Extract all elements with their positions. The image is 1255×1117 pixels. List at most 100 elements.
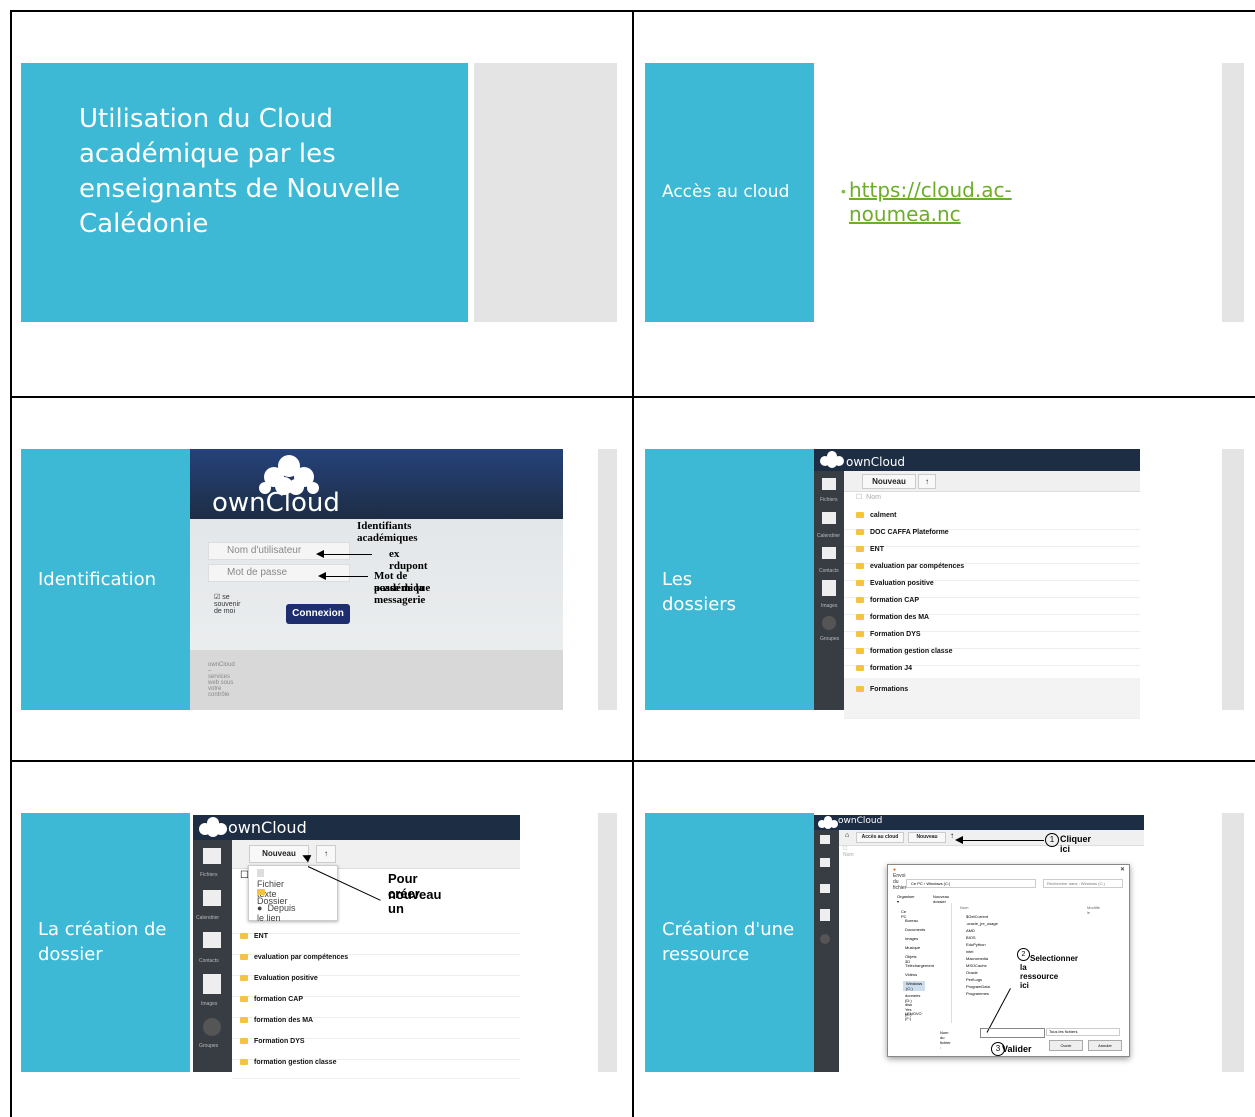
filename-label: Nom du fichier : (940, 1030, 951, 1050)
side-label-contacts: Contacts (199, 958, 219, 964)
globe-icon: ● (257, 903, 263, 913)
file-row[interactable]: .oracle_jre_usage (966, 921, 998, 926)
home-icon[interactable]: ⌂ (845, 832, 849, 839)
cloud-logo-icon (818, 816, 838, 829)
calendar-icon[interactable] (822, 512, 836, 524)
grid-divider-1 (10, 396, 1255, 398)
step3-text: Valider (1002, 1044, 1032, 1054)
images-icon[interactable] (820, 909, 830, 921)
file-row[interactable]: intel (966, 949, 973, 954)
side-label-contacts: Contacts (819, 568, 839, 574)
logo-text: ownCloud (228, 818, 307, 837)
close-icon[interactable]: ✕ (1120, 866, 1125, 873)
file-row[interactable]: $GetCurrent (966, 914, 988, 919)
calendar-icon[interactable] (820, 858, 830, 867)
tree-item[interactable]: Vidéos (905, 972, 917, 977)
side-label-images: Images (201, 1001, 218, 1007)
filename-input[interactable] (980, 1028, 1045, 1038)
new-button[interactable]: Nouveau (249, 845, 309, 863)
login-footer-band (190, 650, 563, 710)
file-row[interactable]: MSOCache (966, 963, 987, 968)
dialog-title: ● Envoi du fichier (893, 867, 907, 891)
slide-title: Accès au cloud (662, 182, 790, 202)
side-panel (598, 813, 617, 1072)
annotation-identifiers: Identifiants académiques (357, 520, 418, 544)
images-icon[interactable] (203, 974, 221, 994)
slide-title: Les dossiers (662, 569, 737, 615)
new-button[interactable]: Nouveau (908, 832, 946, 843)
side-label-calendar: Calendrier (196, 915, 220, 921)
tree-item[interactable]: Bureau (905, 918, 918, 923)
side-label-calendar: Calendrier (817, 533, 841, 539)
cancel-button[interactable]: Annuler (1088, 1040, 1122, 1051)
contacts-icon[interactable] (822, 547, 836, 559)
tree-item[interactable]: Musique (905, 945, 920, 950)
login-footer: ownCloud – services web sous votre contr… (208, 662, 235, 698)
side-label-files: Fichiers (200, 872, 218, 878)
tree-item[interactable]: Images (905, 936, 918, 941)
menu-item-link[interactable]: ● Depuis le lien (257, 903, 295, 923)
file-row[interactable]: BIOS (966, 935, 976, 940)
side-label-images: Images (821, 603, 838, 609)
slide-title: Création d'une ressource (662, 919, 795, 965)
slide-title: La création de dossier (38, 919, 167, 965)
file-row[interactable]: Macromedia (966, 956, 988, 961)
open-button[interactable]: Ouvrir (1049, 1040, 1083, 1051)
side-panel (1222, 813, 1244, 1072)
col-name-header: Nom (960, 905, 969, 910)
side-label-groups: Groupes (199, 1043, 219, 1049)
contacts-icon[interactable] (820, 884, 830, 893)
contacts-icon[interactable] (203, 932, 221, 948)
slide-title: Identification (38, 569, 157, 590)
tree-item[interactable]: Documents (905, 927, 925, 932)
step2-circle: 2 (1017, 948, 1030, 961)
file-row[interactable]: EduPython (966, 942, 986, 947)
logo-text: ownCloud (838, 816, 883, 826)
groups-icon[interactable] (820, 934, 830, 944)
calendar-icon[interactable] (203, 890, 221, 906)
arrow-pass (324, 576, 368, 577)
file-row[interactable]: Oracle (966, 970, 978, 975)
tree-item-selected[interactable]: Windows (C:) (903, 981, 926, 991)
groups-icon[interactable] (203, 1018, 221, 1036)
new-button[interactable]: Nouveau (862, 474, 916, 489)
step2-text-1: Selectionner (1030, 954, 1079, 963)
upload-button[interactable]: ↑ (918, 474, 936, 489)
file-row[interactable]: AMD (966, 928, 975, 933)
name-column: ☐ Nom (843, 846, 854, 858)
column-name[interactable]: ☐ Nom (856, 493, 881, 501)
groups-icon[interactable] (822, 616, 836, 630)
connect-button[interactable]: Connexion (286, 604, 350, 624)
side-panel (474, 63, 617, 322)
remember-checkbox[interactable]: ☑ se souvenir de moi (214, 593, 240, 615)
images-icon[interactable] (822, 580, 836, 596)
files-icon[interactable] (820, 835, 830, 844)
filter-select[interactable]: Tous les fichiers (1046, 1028, 1120, 1036)
files-icon[interactable] (822, 478, 836, 490)
upload-icon[interactable]: ↑ (950, 831, 954, 840)
col-modified-header: Modifié le (1087, 905, 1100, 915)
cloud-link[interactable]: https://cloud.ac-noumea.nc (849, 178, 1012, 226)
grid-divider-2 (10, 760, 1255, 762)
dialog-search[interactable]: Rechercher dans : Windows (C:) (1043, 879, 1123, 888)
access-button[interactable]: Accès au cloud (856, 832, 904, 843)
file-row[interactable]: Programmes (966, 991, 989, 996)
upload-button[interactable]: ↑ (316, 845, 336, 863)
step1-circle: 1 (1045, 833, 1059, 847)
files-icon[interactable] (203, 848, 221, 864)
tree-item[interactable]: LENOVO (F:) (905, 1011, 922, 1021)
username-input[interactable]: Nom d'utilisateur (208, 542, 350, 560)
bullet: • (841, 183, 846, 199)
password-input[interactable]: Mot de passe (208, 564, 350, 582)
side-label-groups: Groupes (820, 636, 840, 642)
list-item[interactable]: formation gestion classe (232, 1053, 520, 1079)
slide-title: Utilisation du Cloud académique par les … (79, 104, 401, 239)
step2-text-2: la ressource ici (1020, 963, 1059, 990)
annotation-create-2: nouveau (388, 887, 442, 902)
file-row[interactable]: PerfLogs (966, 977, 982, 982)
list-item[interactable]: Formations (844, 678, 1140, 719)
tree-item[interactable]: Téléchargement (905, 963, 934, 968)
side-panel (1222, 449, 1244, 710)
file-row[interactable]: ProgramData (966, 984, 990, 989)
file-list: Nouveau ↑ ☐ Nom calment DOC CAFFA Platef… (844, 471, 1140, 719)
